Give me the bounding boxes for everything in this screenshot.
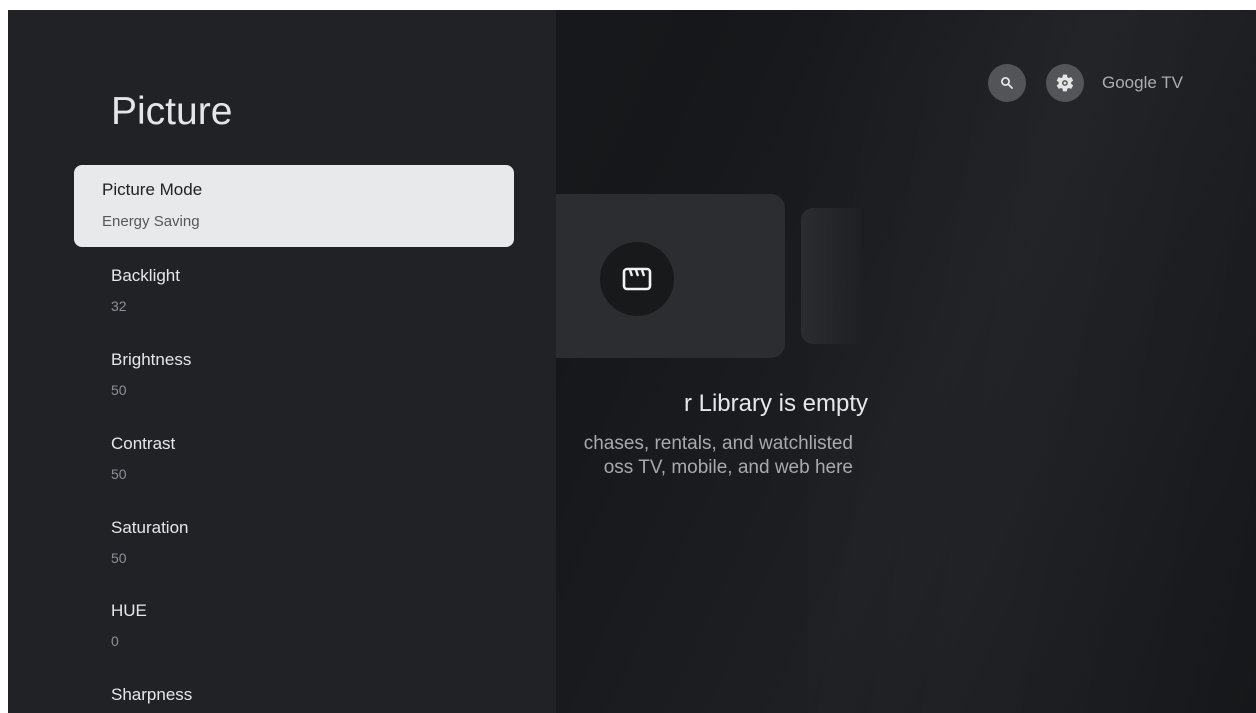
search-button[interactable] bbox=[988, 64, 1026, 102]
setting-value: Energy Saving bbox=[102, 213, 200, 230]
top-bar: Google TV bbox=[988, 63, 1183, 103]
panel-title: Picture bbox=[111, 90, 233, 133]
gear-icon bbox=[1056, 74, 1074, 92]
setting-hue[interactable]: HUE 0 bbox=[111, 601, 511, 649]
setting-label: Saturation bbox=[111, 518, 189, 537]
setting-picture-mode[interactable]: Picture Mode Energy Saving bbox=[74, 165, 514, 247]
setting-label: HUE bbox=[111, 601, 147, 620]
setting-label: Sharpness bbox=[111, 685, 193, 704]
setting-value: 0 bbox=[111, 633, 119, 649]
settings-button[interactable] bbox=[1046, 64, 1084, 102]
setting-label: Contrast bbox=[111, 434, 176, 453]
setting-contrast[interactable]: Contrast 50 bbox=[111, 434, 511, 482]
setting-backlight[interactable]: Backlight 32 bbox=[111, 266, 511, 314]
library-card-next[interactable] bbox=[801, 208, 861, 344]
setting-saturation[interactable]: Saturation 50 bbox=[111, 518, 511, 566]
setting-value: 32 bbox=[111, 298, 127, 314]
setting-value: 50 bbox=[111, 550, 127, 566]
search-icon bbox=[1001, 77, 1013, 89]
clapperboard-icon bbox=[622, 267, 652, 291]
setting-value: 50 bbox=[111, 382, 127, 398]
library-card-icon bbox=[600, 242, 674, 316]
setting-label: Backlight bbox=[111, 266, 180, 285]
setting-label: Picture Mode bbox=[102, 180, 203, 199]
setting-brightness[interactable]: Brightness 50 bbox=[111, 350, 511, 398]
setting-sharpness[interactable]: Sharpness bbox=[111, 685, 511, 705]
tv-screen: Google TV r Library is empty chases, ren… bbox=[8, 10, 1256, 713]
setting-label: Brightness bbox=[111, 350, 192, 369]
picture-settings-panel: Picture Picture Mode Energy Saving Backl… bbox=[8, 10, 556, 713]
setting-value: 50 bbox=[111, 466, 127, 482]
google-tv-logo: Google TV bbox=[1102, 73, 1183, 92]
